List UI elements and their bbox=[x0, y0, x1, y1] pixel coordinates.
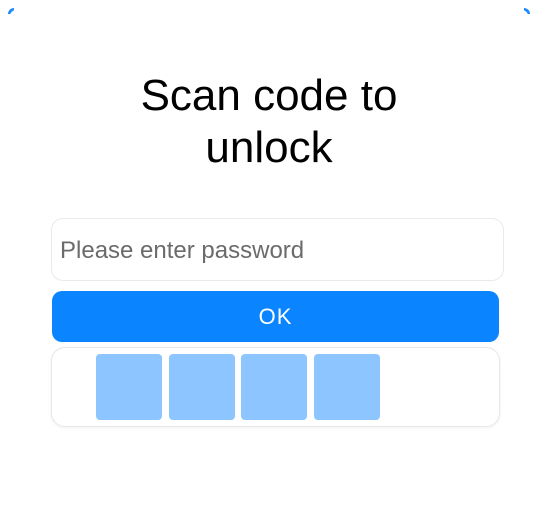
password-input[interactable] bbox=[58, 227, 492, 274]
code-cell[interactable] bbox=[96, 354, 162, 420]
title-line-1: Scan code to bbox=[140, 71, 398, 120]
page-title: Scan code to unlock bbox=[0, 70, 538, 174]
ok-button[interactable]: OK bbox=[52, 291, 499, 342]
ok-button-label: OK bbox=[258, 303, 293, 329]
page: Scan code to unlock OK bbox=[0, 0, 538, 522]
code-cell[interactable] bbox=[241, 354, 307, 420]
password-field-container bbox=[51, 218, 504, 281]
title-line-2: unlock bbox=[205, 123, 333, 172]
code-cell[interactable] bbox=[169, 354, 235, 420]
scan-code-panel bbox=[51, 347, 500, 427]
code-cell[interactable] bbox=[314, 354, 380, 420]
